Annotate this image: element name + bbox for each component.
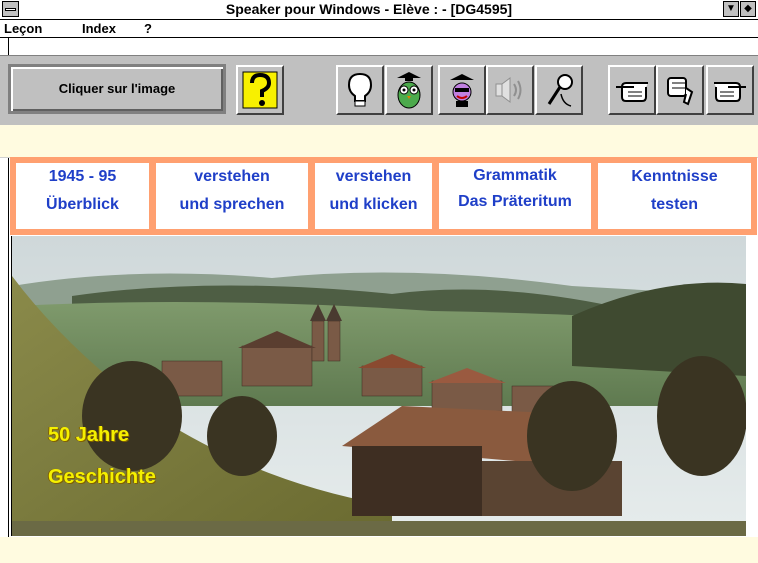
menu-lecon[interactable]: Leçon [4,21,42,36]
menu-index[interactable]: Index [82,21,116,36]
village-landscape-image [12,236,746,536]
menu-help[interactable]: ? [144,21,152,36]
previous-button[interactable] [608,65,656,115]
minimize-button[interactable]: ▼ [723,1,739,17]
menu-bar: Leçon Index ? [0,20,758,38]
microphone-button[interactable] [535,65,583,115]
hand-point-right-icon [710,75,750,105]
upper-strip [0,125,758,158]
caption-line-1: 50 Jahre [48,424,130,446]
student-graduate-icon [444,70,480,110]
title-bar: Speaker pour Windows - Elève : - [DG4595… [0,0,758,20]
system-menu-button[interactable] [2,1,19,17]
speaker-icon [492,72,528,108]
owl-button[interactable] [385,65,433,115]
lower-strip [0,537,758,563]
next-button[interactable] [706,65,754,115]
nav-kenntnisse-testen[interactable]: Kenntnisse testen [598,163,751,229]
help-button[interactable] [236,65,284,115]
nav-verstehen-sprechen[interactable]: verstehen und sprechen [156,163,308,229]
microphone-icon [541,70,577,110]
nav-verstehen-klicken[interactable]: verstehen und klicken [315,163,432,229]
speaker-button[interactable] [486,65,534,115]
restore-button[interactable]: ◆ [740,1,756,17]
hand-point-left-icon [612,75,652,105]
click-image-label: Cliquer sur l'image [8,64,226,114]
thumbs-down-icon [662,72,698,108]
window-title: Speaker pour Windows - Elève : - [DG4595… [225,1,513,17]
help-icon [240,69,280,111]
navigation-band: 1945 - 95 Überblick verstehen und sprech… [10,157,757,235]
caption-line-2: Geschichte [48,466,156,488]
nav-grammatik[interactable]: Grammatik Das Präteritum [439,163,591,229]
lightbulb-icon [345,70,375,110]
student-button[interactable] [438,65,486,115]
toolbar: Cliquer sur l'image [0,55,758,126]
nav-ueberblick[interactable]: 1945 - 95 Überblick [16,163,149,229]
village-photo[interactable]: 50 Jahre Geschichte [11,236,746,536]
thumbs-down-button[interactable] [656,65,704,115]
hint-button[interactable] [336,65,384,115]
owl-graduate-icon [391,70,427,110]
